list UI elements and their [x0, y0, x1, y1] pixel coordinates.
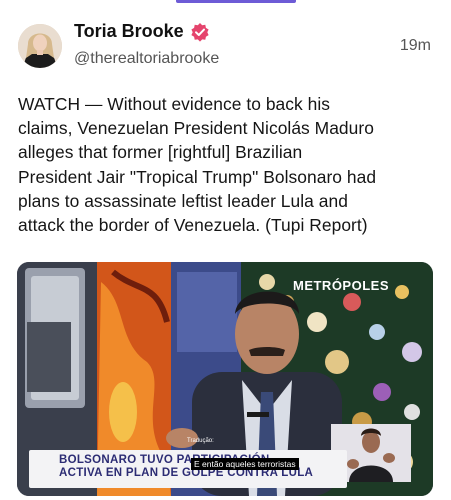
post-text-line: plans to assassinate leftist leader Lula… — [18, 190, 348, 211]
author-name[interactable]: Toria Brooke — [74, 21, 210, 42]
verified-badge-icon — [190, 22, 210, 42]
post-text-line: alleges that former [rightful] Brazilian — [18, 142, 303, 163]
news-chyron: BOLSONARO TUVO PARTICIPACIÓN ACTIVA EN P… — [29, 450, 347, 488]
post-timestamp: 19m — [399, 37, 431, 54]
author-handle[interactable]: @therealtoriabrooke — [74, 50, 219, 68]
channel-logo: METRÓPOLES — [292, 278, 389, 293]
avatar[interactable] — [18, 24, 62, 68]
post-card[interactable]: Toria Brooke @therealtoriabrooke 19m WAT… — [0, 0, 451, 500]
post-text-line: President Jair "Tropical Trump" Bolsonar… — [18, 166, 377, 187]
video-subtitle: E então aqueles terroristas — [191, 458, 299, 470]
author-name-text[interactable]: Toria Brooke — [74, 21, 184, 42]
post-text-line: claims, Venezuelan President Nicolás Mad… — [18, 118, 374, 139]
translation-tag: Tradução: — [187, 438, 214, 444]
post-text-line: WATCH — Without evidence to back his — [18, 94, 331, 114]
video-thumbnail[interactable]: METRÓPOLES Tradução: BOLSONARO TUVO PART… — [17, 262, 433, 496]
post-text: WATCH — Without evidence to back his cla… — [18, 92, 438, 237]
post-text-line: attack the border of Venezuela. (Tupi Re… — [18, 215, 368, 236]
